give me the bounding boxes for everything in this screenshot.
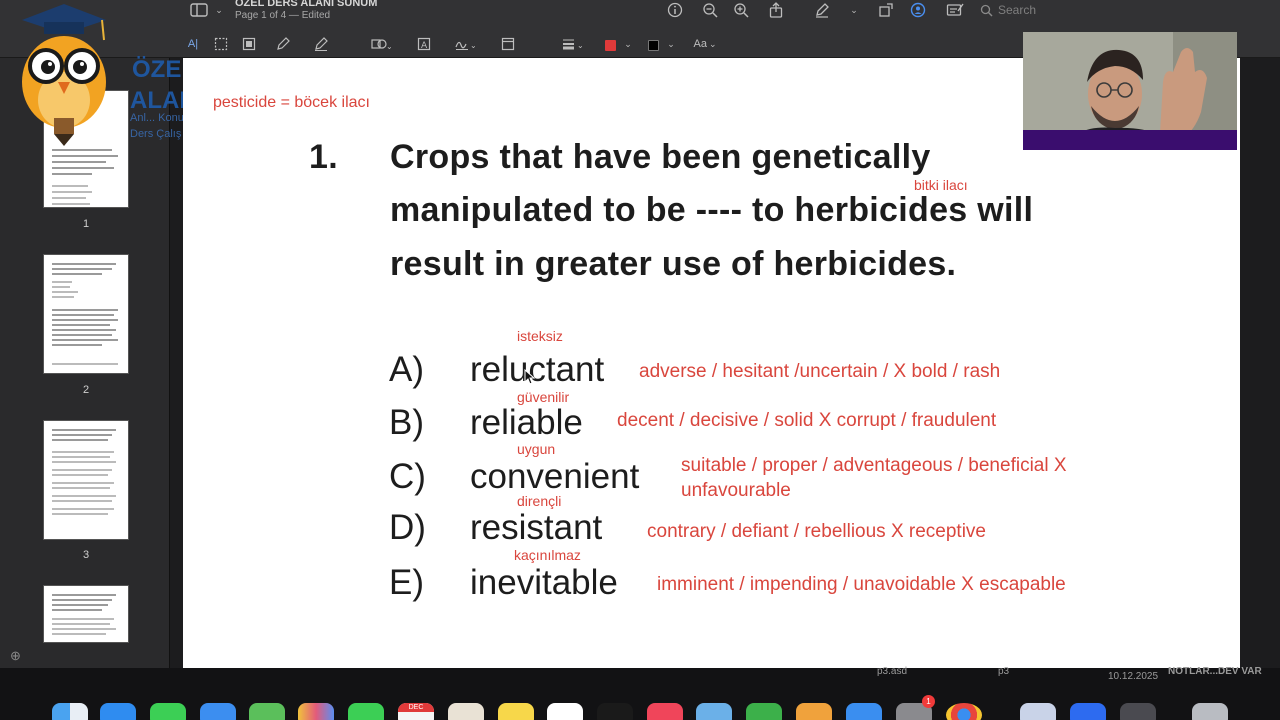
sign-icon[interactable]: ⌄ (455, 34, 477, 54)
pages-icon[interactable] (796, 703, 832, 720)
search-input[interactable] (998, 3, 1088, 17)
calendar-icon[interactable]: DEC (398, 703, 434, 720)
brand-tagline-2: Ders Çalış (130, 128, 182, 140)
text-box-icon[interactable]: A (413, 34, 435, 54)
freeform-icon[interactable] (547, 703, 583, 720)
annotate-circle-icon[interactable] (907, 0, 929, 20)
presenter-video-icon (1023, 32, 1237, 150)
option-e-synonyms: imminent / impending / unavoidable X esc… (657, 574, 1066, 595)
question-line-3: result in greater use of herbicides. (390, 245, 957, 283)
page-thumbnail-3[interactable] (43, 420, 129, 540)
option-c-synonyms-line2: unfavourable (681, 480, 791, 501)
share-icon[interactable] (765, 0, 787, 20)
music-icon[interactable] (647, 703, 683, 720)
settings-icon[interactable]: 1 (896, 695, 935, 720)
desktop-date-label: 10.12.2025 (1108, 671, 1159, 682)
option-b-letter: B) (389, 403, 424, 442)
owl-mascot-icon (22, 4, 106, 146)
chevron-down-icon[interactable]: ⌄ (660, 34, 682, 54)
option-a-meaning: isteksiz (517, 328, 563, 344)
option-c-meaning: uygun (517, 441, 556, 457)
stroke-color-swatch[interactable] (605, 40, 616, 51)
search-field[interactable] (980, 1, 1100, 19)
contacts-icon[interactable] (448, 703, 484, 720)
desktop-file-label: p3.asd (877, 666, 908, 677)
trash-icon[interactable] (1192, 703, 1228, 720)
page-thumbnail-4[interactable] (43, 585, 129, 643)
option-b-word: reliable (470, 403, 583, 442)
question-line-1: Crops that have been genetically (390, 138, 931, 176)
svg-text:⌄: ⌄ (386, 42, 391, 51)
notification-badge: 1 (922, 695, 935, 708)
option-d-word: resistant (470, 508, 603, 547)
option-d-synonyms: contrary / defiant / rebellious X recept… (647, 521, 987, 542)
option-c-word: convenient (470, 457, 640, 496)
markup-pen-icon[interactable] (811, 0, 833, 20)
option-c-synonyms-line1: suitable / proper / adventageous / benef… (681, 455, 1067, 476)
svg-text:⌄: ⌄ (470, 41, 477, 50)
fill-color-swatch[interactable] (648, 40, 659, 51)
zoom-in-icon[interactable] (730, 0, 752, 20)
draw-icon[interactable] (310, 34, 332, 54)
rotate-icon[interactable] (875, 0, 897, 20)
chevron-down-icon[interactable]: ⌄ (617, 34, 639, 54)
svg-text:⌄: ⌄ (577, 41, 584, 50)
option-a-synonyms: adverse / hesitant /uncertain / X bold /… (639, 361, 1001, 382)
finder-icon[interactable] (52, 703, 88, 720)
text-style-button[interactable]: Aa ⌄ (690, 34, 720, 54)
pesticide-note: pesticide = böcek ilacı (213, 94, 370, 111)
numbers-icon[interactable] (746, 703, 782, 720)
add-page-icon[interactable]: ⊕ (10, 648, 21, 664)
option-a-word: reluctant (470, 350, 605, 389)
xcode-icon[interactable] (846, 703, 882, 720)
form-fill-icon[interactable] (944, 0, 966, 20)
page-thumbnail-2[interactable] (43, 254, 129, 374)
option-d-meaning: dirençli (517, 493, 562, 509)
safari-icon[interactable] (100, 703, 136, 720)
notes-icon[interactable] (498, 703, 534, 720)
mouse-cursor-icon (524, 369, 536, 385)
calendar-month: DEC (398, 703, 434, 712)
svg-text:A: A (421, 41, 428, 51)
zoom-app-icon[interactable] (1070, 703, 1106, 720)
page-number: 2 (82, 384, 90, 396)
photos-icon[interactable] (298, 703, 334, 720)
search-icon (980, 4, 993, 17)
question-line-2: manipulated to be ---- to herbicides wil… (390, 191, 1034, 229)
option-a-letter: A) (389, 350, 424, 389)
tv-icon[interactable] (597, 703, 633, 720)
line-style-icon[interactable]: ⌄ (562, 34, 584, 54)
text-style-label: Aa (693, 37, 707, 50)
info-icon[interactable] (664, 0, 686, 20)
page-number: 1 (82, 218, 90, 230)
sketch-icon[interactable] (272, 34, 294, 54)
chrome-icon[interactable] (946, 703, 982, 720)
option-d-letter: D) (389, 508, 426, 547)
option-e-meaning: kaçınılmaz (514, 547, 581, 563)
shapes-icon[interactable]: ⌄ (370, 34, 392, 54)
preview-icon[interactable] (696, 703, 732, 720)
webcam-overlay (1023, 32, 1237, 150)
maps-icon[interactable] (249, 703, 285, 720)
zoom-out-icon[interactable] (699, 0, 721, 20)
herbicide-note: bitki ilacı (914, 177, 968, 193)
messages-icon[interactable] (150, 703, 186, 720)
option-c-letter: C) (389, 457, 426, 496)
note-icon[interactable] (497, 34, 519, 54)
option-e-letter: E) (389, 563, 424, 602)
page-number: 3 (82, 549, 90, 561)
app-window-icon[interactable] (1020, 703, 1056, 720)
option-b-synonyms: decent / decisive / solid X corrupt / fr… (617, 410, 997, 431)
chevron-down-icon[interactable]: ⌄ (843, 0, 865, 20)
mail-icon[interactable] (200, 703, 236, 720)
screen-record-icon[interactable] (1120, 703, 1156, 720)
question-number: 1. (309, 138, 338, 176)
desktop-file-label: p3 (998, 666, 1010, 677)
dock: DEC 1 (40, 695, 1240, 720)
option-e-word: inevitable (470, 563, 618, 602)
facetime-icon[interactable] (348, 703, 384, 720)
desktop-file-label: NOTLAR...DEV VAR (1168, 666, 1262, 677)
